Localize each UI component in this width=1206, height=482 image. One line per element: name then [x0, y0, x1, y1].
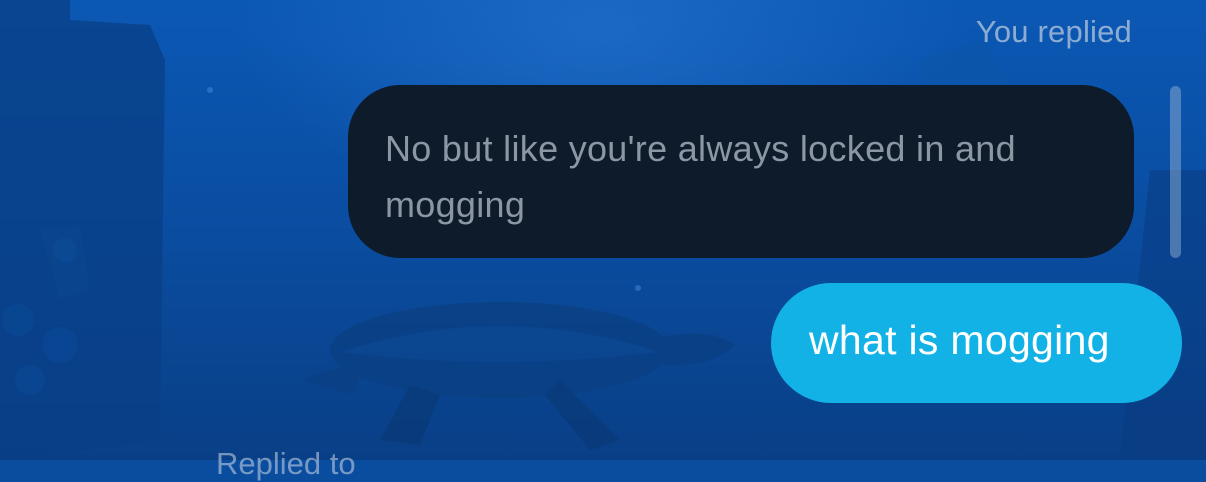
outgoing-message-text: what is mogging [809, 317, 1110, 363]
replied-to-label: Replied to [216, 446, 356, 481]
outgoing-message-bubble[interactable]: what is mogging [771, 283, 1182, 403]
incoming-message-text: No but like you're always locked in and … [385, 128, 1016, 225]
you-replied-label: You replied [975, 14, 1132, 49]
scrollbar[interactable] [1170, 86, 1181, 258]
incoming-message-bubble[interactable]: No but like you're always locked in and … [348, 85, 1134, 258]
